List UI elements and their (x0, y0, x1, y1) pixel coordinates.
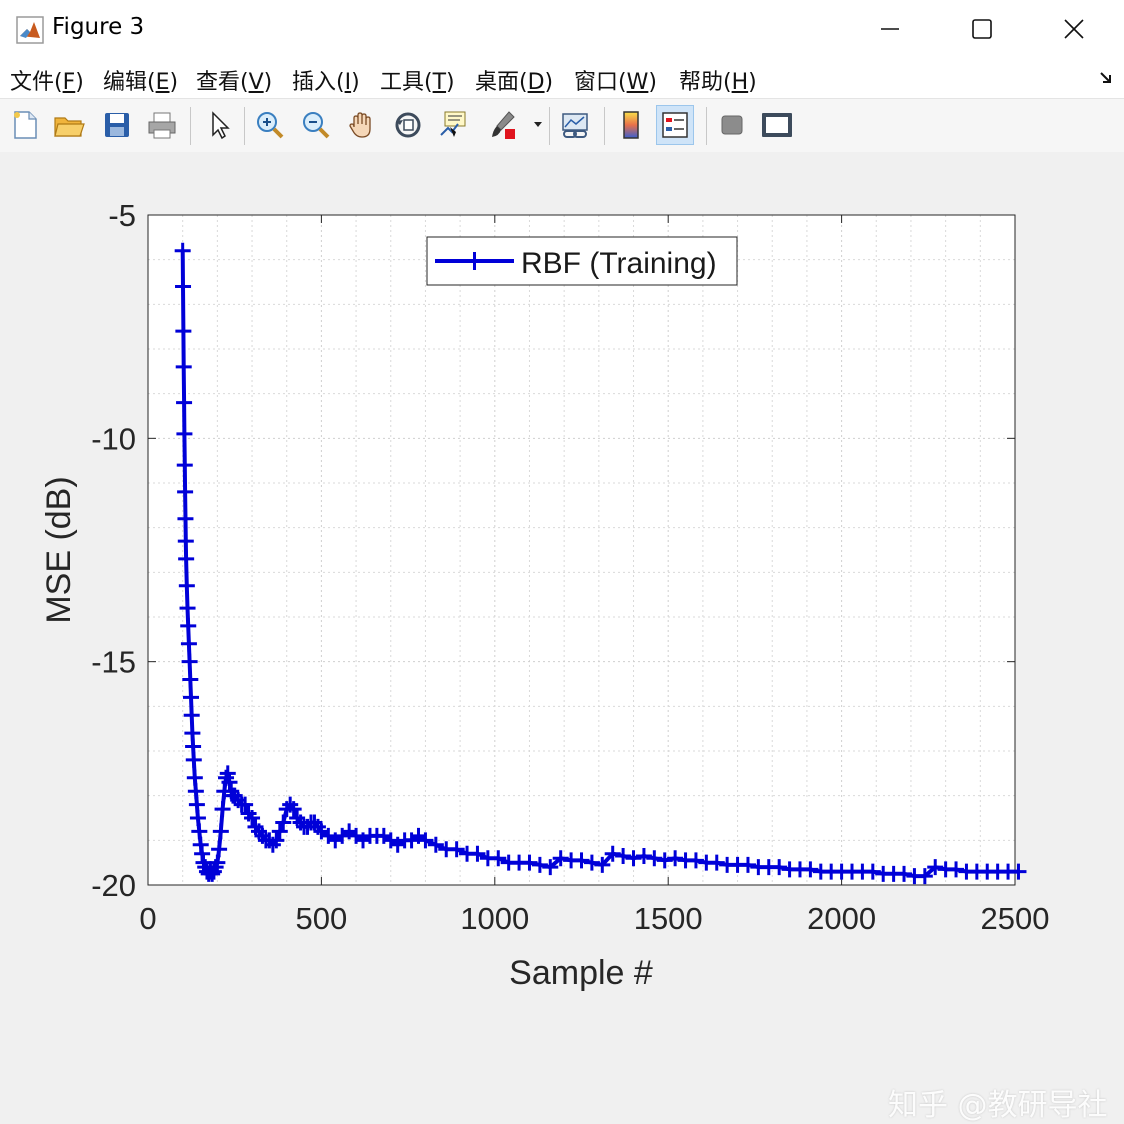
window-title: Figure 3 (52, 14, 145, 40)
axes-background (148, 215, 1015, 885)
open-file-button[interactable] (50, 105, 88, 145)
pointer-button[interactable] (200, 105, 238, 145)
maximize-icon (972, 19, 992, 39)
maximize-button[interactable] (952, 8, 1012, 50)
x-axis-label: Sample # (509, 954, 653, 992)
hide-plot-tools-button[interactable] (713, 105, 751, 145)
y-tick-label: -15 (91, 645, 136, 680)
menu-file[interactable]: 文件(F) (10, 64, 84, 96)
legend-icon (662, 112, 688, 138)
show-plot-tools-icon (762, 113, 792, 137)
y-tick-label: -5 (108, 198, 136, 233)
zoom-in-icon (257, 112, 284, 139)
link-plot-button[interactable] (557, 105, 595, 145)
x-tick-label: 1000 (460, 901, 529, 936)
print-icon (148, 112, 176, 139)
menu-help[interactable]: 帮助(H) (679, 64, 757, 96)
print-button[interactable] (143, 105, 181, 145)
colorbar-button[interactable] (612, 105, 650, 145)
data-cursor-icon (440, 111, 466, 137)
dock-arrow-icon[interactable] (1098, 70, 1114, 86)
menu-window[interactable]: 窗口(W) (574, 64, 657, 96)
y-tick-label: -20 (91, 868, 136, 903)
brush-button[interactable] (484, 105, 522, 145)
menu-insert[interactable]: 插入(I) (292, 64, 360, 96)
new-figure-icon (14, 111, 37, 139)
zoom-out-button[interactable] (297, 105, 335, 145)
legend: RBF (Training) (426, 236, 738, 286)
pan-icon (349, 112, 371, 138)
pan-button[interactable] (343, 105, 381, 145)
legend-label: RBF (Training) (521, 247, 717, 280)
brush-icon (492, 111, 515, 139)
save-button[interactable] (98, 105, 136, 145)
mse-chart[interactable]: 0 500 1000 1500 2000 2500 -5 -10 -15 -20 RBF (Tra… (0, 152, 1124, 995)
close-icon (1064, 19, 1084, 39)
show-plot-tools-button[interactable] (758, 105, 796, 145)
close-button[interactable] (1044, 8, 1104, 50)
menu-desktop[interactable]: 桌面(D) (475, 64, 553, 96)
menu-view[interactable]: 查看(V) (196, 64, 272, 96)
save-icon (105, 113, 129, 137)
figure-canvas: 0 500 1000 1500 2000 2500 -5 -10 -15 -20 RBF (Tra… (0, 152, 1124, 1123)
link-plot-icon (562, 113, 588, 138)
rotate-3d-button[interactable] (389, 105, 427, 145)
open-file-icon (54, 117, 85, 137)
title-bar: Figure 3 (0, 0, 1124, 58)
menu-tools[interactable]: 工具(T) (380, 64, 455, 96)
watermark: 知乎 @教研导社 (888, 1088, 1108, 1123)
new-figure-button[interactable] (6, 105, 44, 145)
x-tick-label: 1500 (634, 901, 703, 936)
minimize-icon (881, 28, 899, 30)
data-cursor-button[interactable] (435, 105, 473, 145)
rotate-3d-icon (395, 112, 421, 138)
pointer-icon (212, 111, 230, 140)
x-tick-label: 2500 (981, 901, 1050, 936)
zoom-in-button[interactable] (251, 105, 289, 145)
zoom-out-icon (303, 112, 330, 139)
x-tick-label: 2000 (807, 901, 876, 936)
y-axis-label: MSE (dB) (40, 476, 78, 623)
hide-plot-tools-icon (721, 115, 743, 135)
x-tick-label: 0 (139, 901, 156, 936)
legend-button[interactable] (656, 105, 694, 145)
x-tick-label: 500 (296, 901, 348, 936)
minimize-button[interactable] (860, 8, 920, 50)
y-tick-label: -10 (91, 421, 136, 456)
menu-bar: 文件(F) 编辑(E) 查看(V) 插入(I) 工具(T) 桌面(D) 窗口(W… (0, 58, 1124, 98)
menu-edit[interactable]: 编辑(E) (103, 64, 178, 96)
matlab-logo-icon (16, 16, 44, 44)
brush-dropdown-icon[interactable] (533, 121, 543, 129)
colorbar-icon (623, 111, 639, 139)
figure-toolbar (0, 98, 1124, 154)
